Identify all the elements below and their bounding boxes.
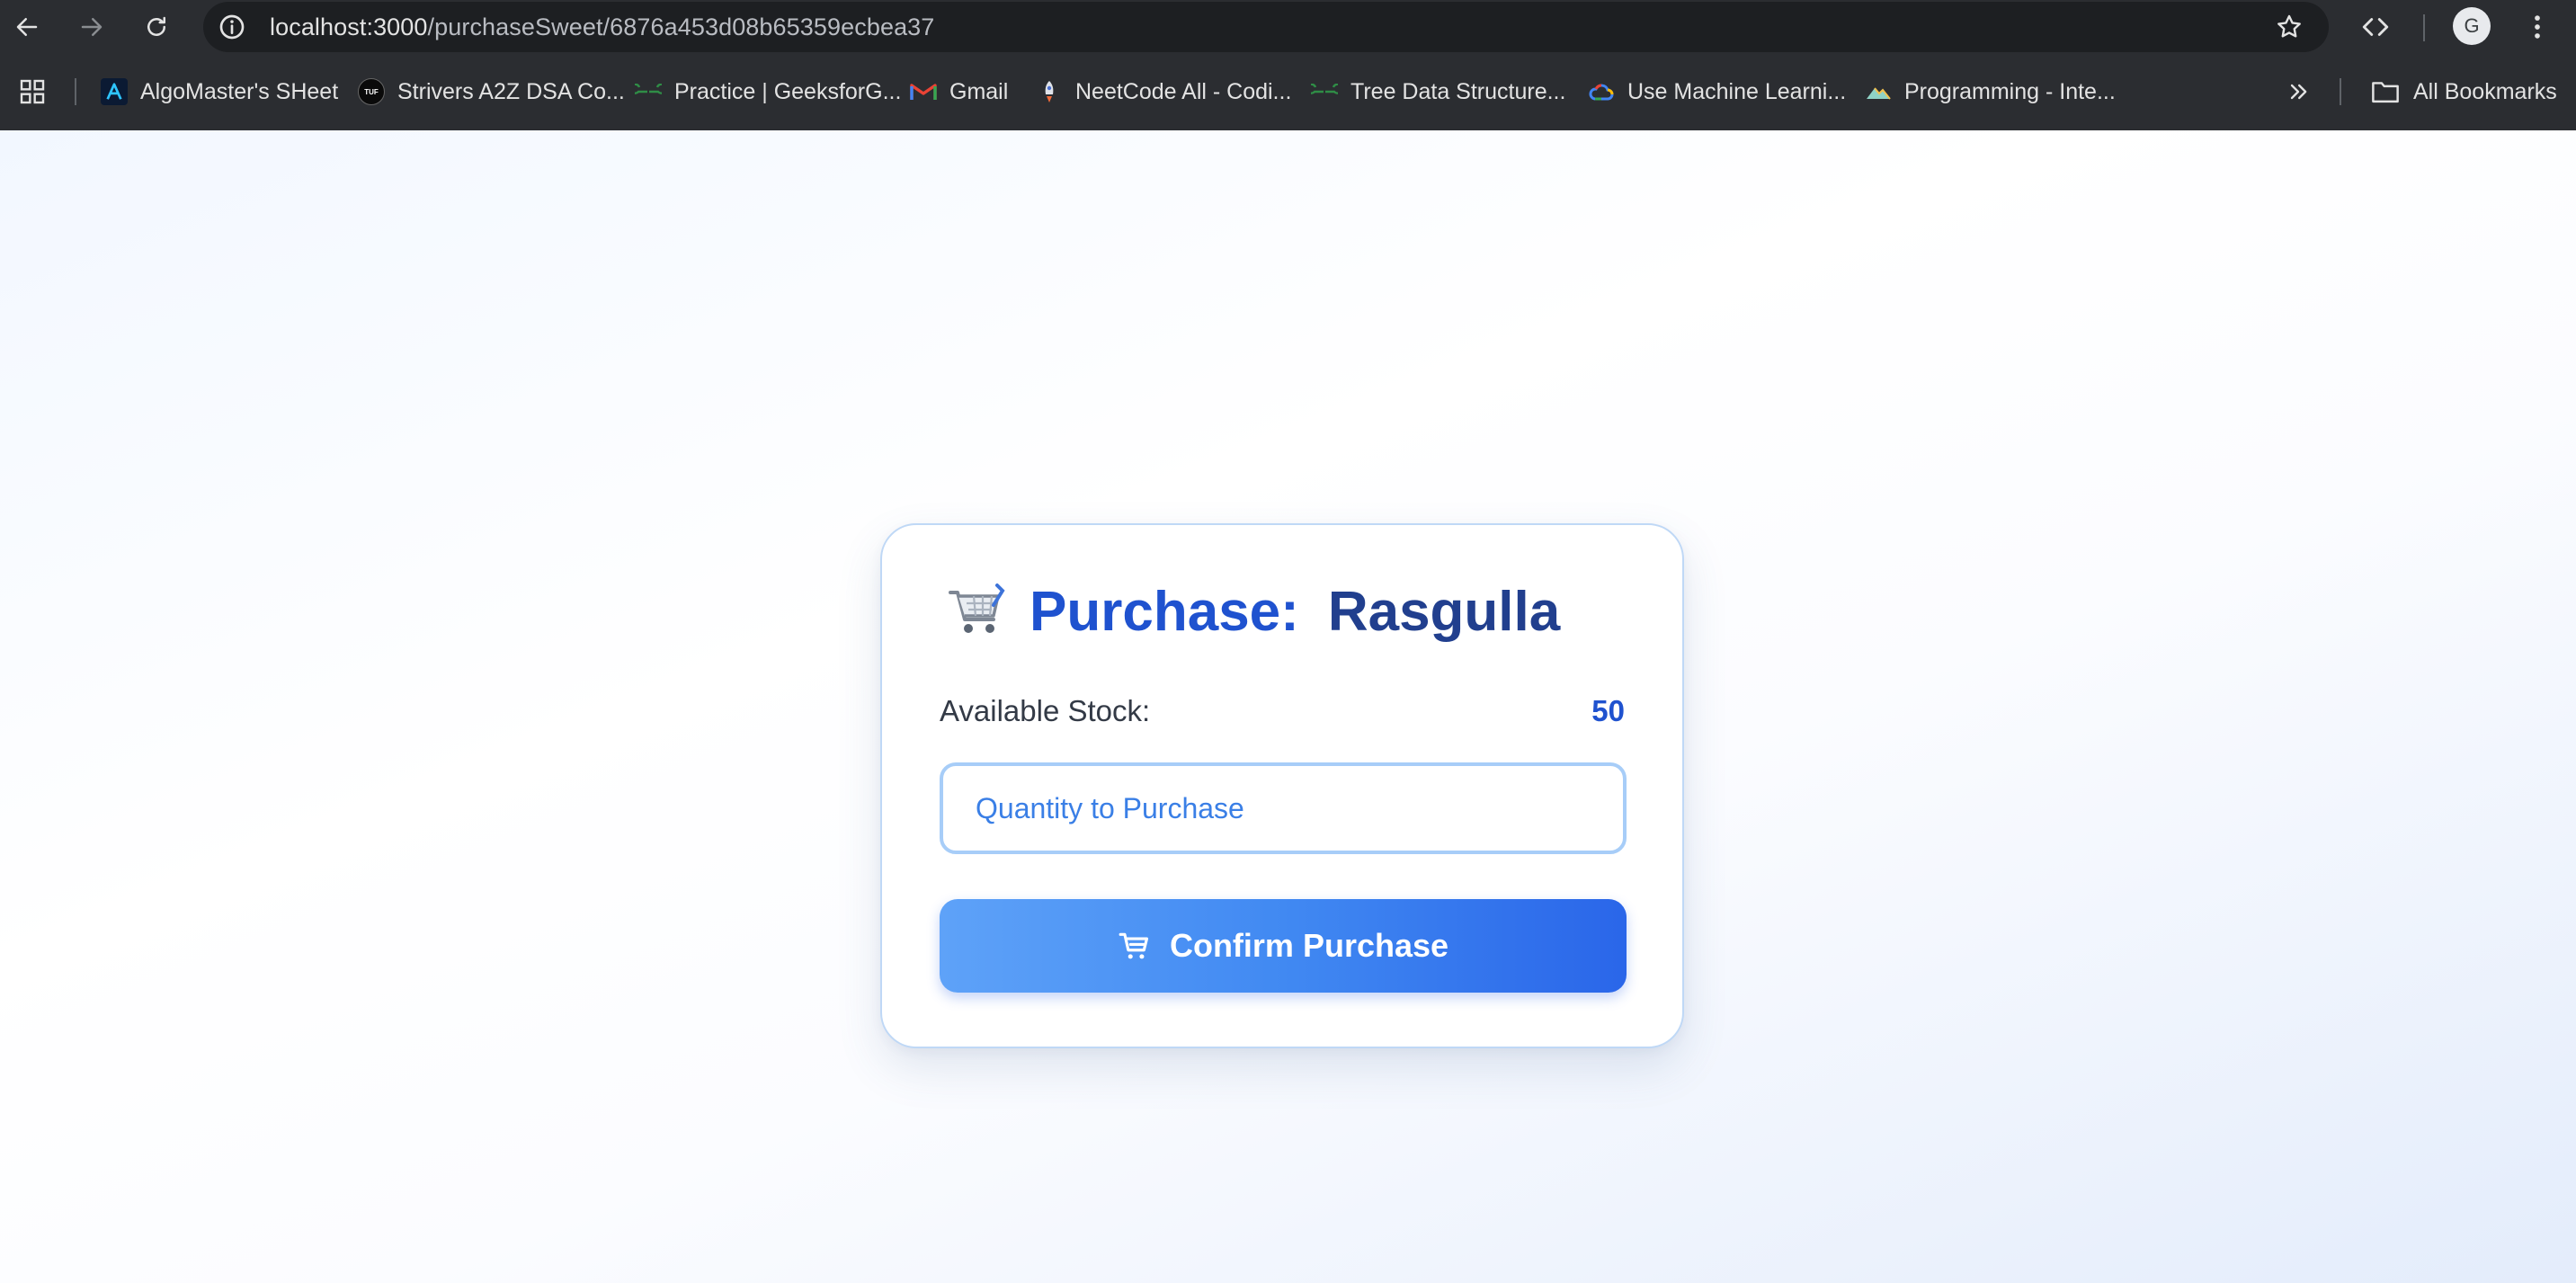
tuf-icon: TUF <box>358 78 385 105</box>
bookmark-item[interactable]: NeetCode All - Codi... <box>1036 70 1291 113</box>
back-button[interactable] <box>5 5 49 49</box>
apps-grid-icon <box>20 79 45 104</box>
bookmark-label: Practice | GeeksforG... <box>674 78 902 104</box>
purchase-title: Purchase: Rasgulla <box>947 575 1560 647</box>
browser-toolbar: localhost:3000/purchaseSweet/6876a453d08… <box>0 0 2576 54</box>
algomaster-icon <box>101 78 128 105</box>
bookmarks-divider <box>2340 78 2341 105</box>
profile-avatar[interactable]: G <box>2453 7 2491 45</box>
quantity-input[interactable] <box>940 762 1627 854</box>
mountain-icon <box>1865 78 1892 105</box>
code-view-button[interactable] <box>2358 9 2393 45</box>
bookmark-label: AlgoMaster's SHeet <box>140 78 339 104</box>
arrow-right-icon <box>81 18 103 36</box>
reload-button[interactable] <box>135 5 178 49</box>
bookmark-item[interactable]: Gmail <box>910 70 1008 113</box>
url-host: localhost:3000 <box>270 13 428 40</box>
bookmark-item[interactable]: Tree Data Structure... <box>1311 70 1565 113</box>
more-vertical-icon <box>2535 15 2540 39</box>
bookmark-label: Tree Data Structure... <box>1350 78 1566 104</box>
bookmark-item[interactable]: Use Machine Learni... <box>1588 70 1846 113</box>
browser-menu-button[interactable] <box>2519 9 2555 45</box>
address-bar[interactable]: localhost:3000/purchaseSweet/6876a453d08… <box>203 2 2329 52</box>
bookmarks-divider <box>75 78 76 105</box>
more-bookmarks-button[interactable] <box>2286 70 2311 113</box>
page-background: Purchase: Rasgulla Available Stock: 50 C… <box>0 130 2576 1283</box>
purchase-card: Purchase: Rasgulla Available Stock: 50 C… <box>880 523 1684 1048</box>
sweet-name: Rasgulla <box>1327 580 1561 643</box>
shopping-cart-icon <box>949 584 1005 633</box>
forward-button[interactable] <box>70 5 113 49</box>
confirm-purchase-label: Confirm Purchase <box>1169 927 1449 964</box>
folder-icon <box>2372 82 2399 103</box>
available-stock-label: Available Stock: <box>940 694 1151 727</box>
bookmark-label: Strivers A2Z DSA Co... <box>397 78 625 104</box>
bookmark-label: Use Machine Learni... <box>1627 78 1847 104</box>
available-stock-value: 50 <box>1591 694 1625 727</box>
bookmark-label: NeetCode All - Codi... <box>1075 78 1292 104</box>
gmail-icon <box>910 78 937 105</box>
rocket-icon <box>1036 78 1063 105</box>
all-bookmarks-label: All Bookmarks <box>2413 78 2557 104</box>
confirm-purchase-button[interactable]: Confirm Purchase <box>940 899 1627 993</box>
reload-icon <box>147 16 165 36</box>
bookmarks-bar: AlgoMaster's SHeet TUF Strivers A2Z DSA … <box>0 70 2576 113</box>
title-prefix: Purchase: <box>1030 580 1299 643</box>
apps-button[interactable] <box>18 70 47 113</box>
arrow-left-icon <box>16 18 38 36</box>
svg-text:TUF: TUF <box>364 88 379 96</box>
google-cloud-icon <box>1588 78 1615 105</box>
bookmark-item[interactable]: Practice | GeeksforG... <box>635 70 901 113</box>
geeksforgeeks-icon <box>635 78 662 105</box>
chevron-double-right-icon <box>2290 84 2307 100</box>
bookmark-item[interactable]: TUF Strivers A2Z DSA Co... <box>358 70 625 113</box>
cart-icon <box>1119 932 1148 959</box>
code-brackets-icon <box>2362 18 2389 36</box>
all-bookmarks-button[interactable]: All Bookmarks <box>2370 70 2557 113</box>
available-stock-row: Available Stock: 50 <box>940 694 1625 728</box>
bookmark-item[interactable]: AlgoMaster's SHeet <box>101 70 338 113</box>
geeksforgeeks-icon <box>1311 78 1338 105</box>
bookmark-label: Gmail <box>949 78 1009 104</box>
bookmark-item[interactable]: Programming - Inte... <box>1865 70 2116 113</box>
site-info-icon[interactable] <box>218 13 246 41</box>
address-url[interactable]: localhost:3000/purchaseSweet/6876a453d08… <box>270 13 934 41</box>
bookmark-star-icon[interactable] <box>2275 13 2304 41</box>
browser-chrome: localhost:3000/purchaseSweet/6876a453d08… <box>0 0 2576 130</box>
bookmark-label: Programming - Inte... <box>1904 78 2116 104</box>
toolbar-divider <box>2423 14 2425 41</box>
url-path: /purchaseSweet/6876a453d08b65359ecbea37 <box>427 13 935 40</box>
